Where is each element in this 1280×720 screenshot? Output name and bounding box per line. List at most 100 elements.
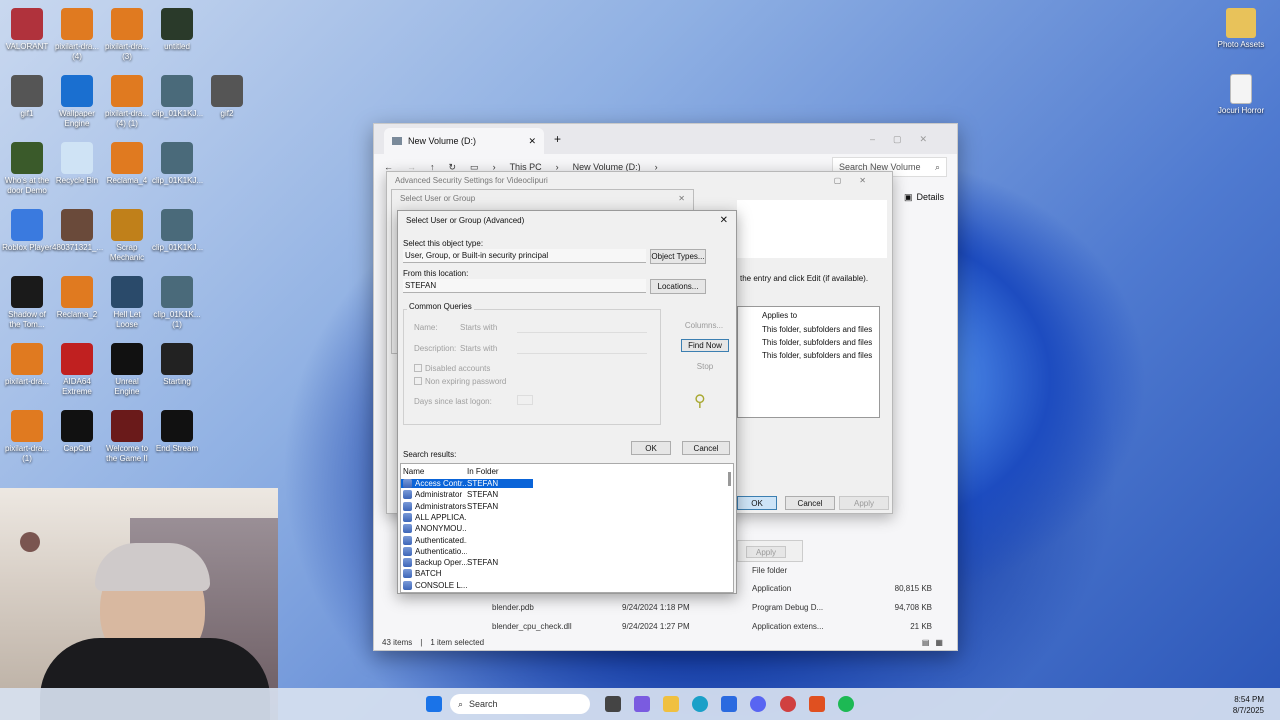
column-header-name[interactable]: Name	[401, 467, 467, 476]
disabled-accounts-checkbox[interactable]	[414, 364, 422, 372]
brave-icon[interactable]	[809, 696, 825, 712]
folder-icon	[1226, 8, 1256, 38]
window-controls[interactable]: –▢✕	[870, 134, 945, 145]
explorer-tab-bar: New Volume (D:) ✕ + –▢✕	[374, 124, 957, 154]
desktop-icon[interactable]: AIDA64 Extreme	[52, 343, 102, 397]
details-button[interactable]: ▣ Details	[904, 192, 944, 203]
view-toggle-icons[interactable]: ▤▦	[922, 638, 949, 647]
desktop-icon[interactable]: Starting	[152, 343, 202, 387]
desktop-icon[interactable]: clip_01K1KJ...	[152, 209, 203, 253]
close-tab-icon[interactable]: ✕	[528, 136, 536, 147]
copilot-icon[interactable]	[634, 696, 650, 712]
result-row[interactable]: Authenticatio...	[401, 546, 733, 557]
app-icon	[161, 276, 193, 308]
name-mode-select[interactable]: Starts with	[460, 323, 497, 332]
desktop-icon[interactable]: pixilart-dra... (3)	[102, 8, 152, 62]
desktop-icon[interactable]: pixilart-dra... (4)	[52, 8, 102, 62]
description-query-input[interactable]	[517, 342, 647, 354]
results-scrollbar[interactable]	[728, 472, 731, 486]
app-icon	[111, 75, 143, 107]
result-row[interactable]: Access Contr... STEFAN	[401, 478, 733, 489]
close-icon[interactable]: ✕	[678, 194, 685, 203]
stop-button[interactable]: Stop	[681, 360, 729, 373]
desktop-icon[interactable]: gif2	[202, 75, 252, 119]
desktop-icon[interactable]: Reclama_4	[102, 142, 152, 186]
file-row[interactable]: blender.pdb 9/24/2024 1:18 PM Program Debu…	[492, 603, 952, 612]
result-row[interactable]: Administrator STEFAN	[401, 489, 733, 500]
file-size	[852, 566, 932, 575]
result-row[interactable]: Backup Oper... STEFAN	[401, 557, 733, 568]
desktop-icon[interactable]: Wallpaper Engine	[52, 75, 102, 129]
search-results-list[interactable]: Name In Folder Access Contr... STEFAN Admi…	[400, 463, 734, 593]
object-types-button[interactable]: Object Types...	[650, 249, 706, 264]
desktop-icon[interactable]: Who's at the door Demo	[2, 142, 52, 196]
search-users-icon: ⚲	[694, 393, 706, 410]
desktop-icon[interactable]: Welcome to the Game II	[102, 410, 152, 464]
find-now-button[interactable]: Find Now	[681, 339, 729, 352]
app-icon	[61, 142, 93, 174]
window-controls[interactable]: ▢✕	[834, 176, 884, 185]
edge-icon[interactable]	[692, 696, 708, 712]
name-query-input[interactable]	[517, 321, 647, 333]
non-expiring-checkbox[interactable]	[414, 377, 422, 385]
app-icon	[11, 209, 43, 241]
taskbar-search-box[interactable]: ⌕ Search	[450, 694, 590, 714]
desktop-icon[interactable]: Scrap Mechanic	[102, 209, 152, 263]
desktop-icon[interactable]: pixilart-dra... (1)	[2, 410, 52, 464]
advanced-cancel-button[interactable]: Cancel	[785, 496, 835, 510]
desktop-icon[interactable]: Reclama_2	[52, 276, 102, 320]
select-ok-button[interactable]: OK	[631, 441, 671, 455]
desktop-icon[interactable]: clip_01K1KJ...	[152, 75, 203, 119]
system-clock[interactable]: 8:54 PM 8/7/2025	[1233, 694, 1264, 716]
task-view-icon[interactable]	[605, 696, 621, 712]
file-explorer-taskbar-icon[interactable]	[663, 696, 679, 712]
desktop-icon[interactable]: Recycle Bin	[52, 142, 102, 186]
desktop-icon-photo-assets[interactable]: Photo Assets	[1206, 8, 1276, 50]
result-row[interactable]: CONSOLE L...	[401, 580, 733, 591]
desktop-icon[interactable]: gif1	[2, 75, 52, 119]
desktop-icon[interactable]: pixilart-dra... (4) (1)	[102, 75, 152, 129]
desktop-icon[interactable]: Roblox Player	[2, 209, 52, 253]
desktop-icon[interactable]: untitled	[152, 8, 202, 52]
result-row[interactable]: Authenticated...	[401, 535, 733, 546]
permissions-apply-button[interactable]: Apply	[746, 546, 786, 558]
location-field: STEFAN	[403, 279, 646, 293]
desktop-icon[interactable]: clip_01K1K... (1)	[152, 276, 202, 330]
file-size: 80,815 KB	[894, 584, 932, 593]
desktop-icon[interactable]: Shadow of the Tom...	[2, 276, 52, 330]
chrome-icon[interactable]	[780, 696, 796, 712]
columns-button[interactable]: Columns...	[681, 319, 727, 332]
discord-icon[interactable]	[750, 696, 766, 712]
column-header-in-folder[interactable]: In Folder	[467, 467, 533, 476]
close-icon[interactable]: ✕	[720, 215, 728, 226]
permission-entries-list[interactable]: Applies to This folder, subfolders and f…	[737, 306, 880, 418]
desktop-icon-jocuri-horror[interactable]: Jocuri Horror	[1206, 74, 1276, 116]
tab-common-queries[interactable]: Common Queries	[407, 302, 474, 311]
select-cancel-button[interactable]: Cancel	[682, 441, 730, 455]
new-tab-button[interactable]: +	[554, 132, 561, 146]
advanced-ok-button[interactable]: OK	[737, 496, 777, 510]
result-row[interactable]: ANONYMOU...	[401, 523, 733, 534]
desktop-icon[interactable]: 480371321_...	[52, 209, 103, 253]
result-row[interactable]: Administrators STEFAN	[401, 501, 733, 512]
advanced-apply-button[interactable]: Apply	[839, 496, 889, 510]
start-button[interactable]	[426, 696, 442, 712]
desktop-icon[interactable]: clip_01K1KJ...	[152, 142, 203, 186]
result-row[interactable]: BATCH	[401, 568, 733, 579]
days-select[interactable]	[517, 395, 533, 405]
desktop-icon[interactable]: Unreal Engine	[102, 343, 152, 397]
app-icon	[161, 8, 193, 40]
file-row[interactable]: blender_cpu_check.dll 9/24/2024 1:27 PM Ap…	[492, 622, 952, 631]
desktop-icon[interactable]: VALORANT	[2, 8, 52, 52]
spotify-icon[interactable]	[838, 696, 854, 712]
store-icon[interactable]	[721, 696, 737, 712]
desktop-icon[interactable]: CapCut	[52, 410, 102, 454]
result-row[interactable]: ALL APPLICA...	[401, 512, 733, 523]
desktop-icon[interactable]: pixilart-dra...	[2, 343, 52, 387]
desktop-icon[interactable]: Hell Let Loose	[102, 276, 152, 330]
description-mode-select[interactable]: Starts with	[460, 344, 497, 353]
locations-button[interactable]: Locations...	[650, 279, 706, 294]
taskbar: ⌕ Search 8:54 PM 8/7/2025	[0, 688, 1280, 720]
desktop-icon[interactable]: End Stream	[152, 410, 202, 454]
explorer-tab[interactable]: New Volume (D:) ✕	[384, 128, 544, 154]
